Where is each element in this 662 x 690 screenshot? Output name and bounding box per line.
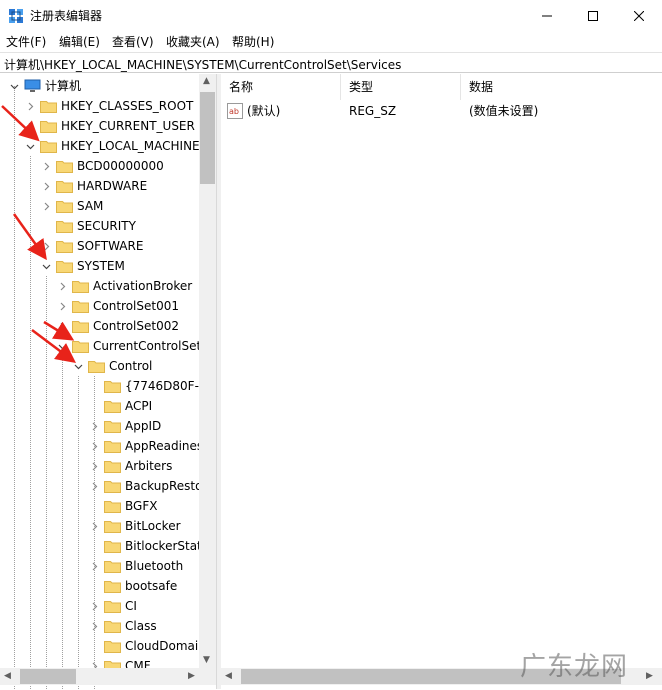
watermark-text: 广东龙网 [520,652,629,682]
annotation-arrow-currentcontrolset [43,320,75,341]
annotation-arrows [1,105,76,363]
annotation-arrow-system [12,213,47,261]
annotation-arrow-hklm [1,105,40,142]
